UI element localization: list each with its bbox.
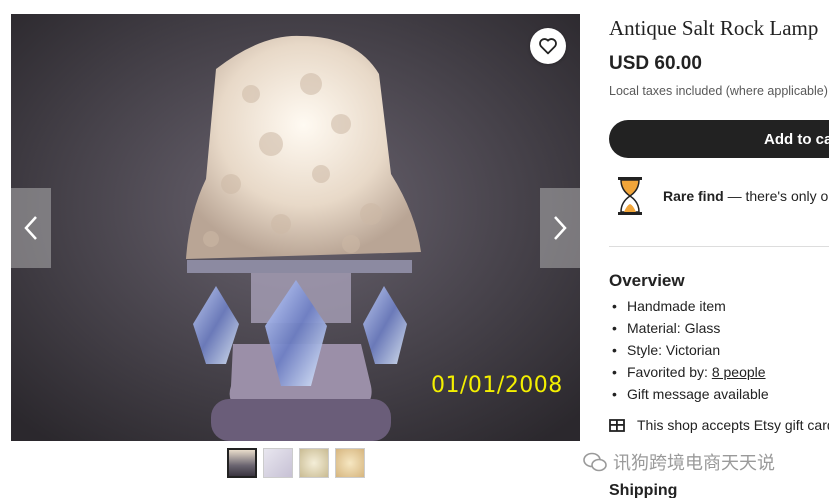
overview-item: Gift message available xyxy=(609,383,769,405)
overview-item: Material: Glass xyxy=(609,317,769,339)
previous-image-button[interactable] xyxy=(11,188,51,268)
heart-icon xyxy=(539,38,557,55)
hourglass-icon xyxy=(618,177,642,215)
shipping-heading[interactable]: Shipping xyxy=(609,482,677,498)
listing-title: Antique Salt Rock Lamp xyxy=(609,16,819,40)
date-stamp: 01/01/2008 xyxy=(431,373,563,398)
gift-card-notice: This shop accepts Etsy gift cards xyxy=(609,417,829,433)
tax-note: Local taxes included (where applicable) xyxy=(609,84,828,98)
overview-list: Handmade item Material: Glass Style: Vic… xyxy=(609,295,769,405)
watermark: 讯狗跨境电商天天说 xyxy=(583,449,775,475)
gift-card-text: This shop accepts Etsy gift cards xyxy=(637,417,829,433)
overview-heading: Overview xyxy=(609,271,685,290)
overview-item: Favorited by: 8 people xyxy=(609,361,769,383)
thumbnail-3[interactable] xyxy=(299,448,329,478)
divider xyxy=(609,246,829,247)
listing-price: USD 60.00 xyxy=(609,53,702,74)
rare-find-label: Rare find xyxy=(663,188,724,204)
thumbnail-strip xyxy=(227,448,365,478)
watermark-text: 讯狗跨境电商天天说 xyxy=(613,453,775,473)
wechat-icon xyxy=(583,452,607,472)
thumbnail-2[interactable] xyxy=(263,448,293,478)
product-image[interactable]: 01/01/2008 xyxy=(11,14,580,441)
thumbnail-4[interactable] xyxy=(335,448,365,478)
add-to-cart-button[interactable]: Add to cart xyxy=(609,120,829,158)
thumbnail-1[interactable] xyxy=(227,448,257,478)
next-image-button[interactable] xyxy=(540,188,580,268)
overview-item: Style: Victorian xyxy=(609,339,769,361)
rare-find-notice: Rare find — there's only one of this in … xyxy=(617,176,829,216)
favorited-label: Favorited by: xyxy=(627,364,712,380)
gift-card-icon xyxy=(609,419,625,432)
rare-find-text: — there's only one of this in stock. xyxy=(727,188,829,204)
chevron-left-icon xyxy=(24,216,37,240)
favorited-link[interactable]: 8 people xyxy=(712,364,766,380)
chevron-right-icon xyxy=(554,216,567,240)
listing-details: Antique Salt Rock Lamp USD 60.00 Local t… xyxy=(609,0,829,498)
favorite-button[interactable] xyxy=(530,28,566,64)
overview-item: Handmade item xyxy=(609,295,769,317)
